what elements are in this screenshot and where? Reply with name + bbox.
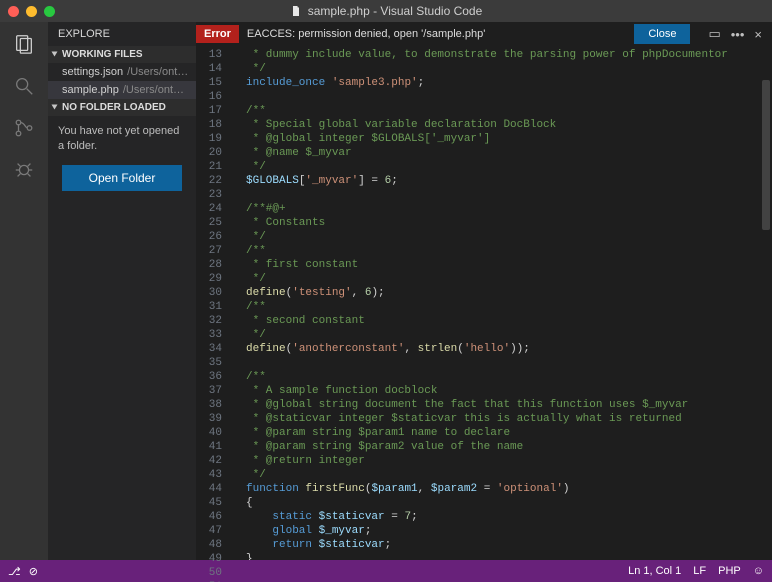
no-folder-header[interactable]: NO FOLDER LOADED (48, 99, 196, 116)
working-file-path: /Users/ontecnia/... (127, 66, 190, 78)
cursor-position[interactable]: Ln 1, Col 1 (628, 565, 681, 577)
close-window-icon[interactable] (8, 6, 19, 17)
explorer-sidebar: EXPLORE WORKING FILES settings.json /Use… (48, 22, 196, 560)
titlebar: sample.php - Visual Studio Code (0, 0, 772, 22)
more-actions-icon[interactable]: ••• (731, 27, 745, 42)
minimize-window-icon[interactable] (26, 6, 37, 17)
source-control-icon[interactable] (10, 114, 38, 142)
working-file-row[interactable]: sample.php /Users/ontecnia/... (48, 81, 196, 99)
editor-actions: ▭ ••• × (698, 22, 772, 46)
no-folder-message: You have not yet opened a folder. (48, 116, 196, 165)
sidebar-title: EXPLORE (48, 22, 196, 46)
line-number-gutter: 1314151617181920212223242526272829303132… (196, 46, 230, 560)
window-title-text: sample.php - Visual Studio Code (308, 4, 483, 18)
working-file-row[interactable]: settings.json /Users/ontecnia/... (48, 63, 196, 81)
working-files-header[interactable]: WORKING FILES (48, 46, 196, 63)
explorer-icon[interactable] (10, 30, 38, 58)
zoom-window-icon[interactable] (44, 6, 55, 17)
eol-indicator[interactable]: LF (693, 565, 706, 577)
feedback-icon[interactable]: ☺ (753, 565, 764, 577)
traffic-lights (8, 6, 55, 17)
git-branch-icon[interactable]: ⎇ (8, 565, 21, 578)
window-title: sample.php - Visual Studio Code (290, 4, 483, 18)
close-notification-button[interactable]: Close (634, 24, 690, 44)
editor-area: Error EACCES: permission denied, open '/… (196, 22, 772, 560)
open-folder-button[interactable]: Open Folder (62, 165, 182, 191)
close-editor-icon[interactable]: × (754, 27, 762, 42)
error-message: EACCES: permission denied, open '/sample… (247, 28, 634, 40)
errors-status-icon[interactable]: ⊘ (29, 565, 38, 578)
file-icon (290, 5, 302, 17)
activity-bar (0, 22, 48, 560)
status-bar: ⎇ ⊘ Ln 1, Col 1 LF PHP ☺ (0, 560, 772, 582)
language-mode[interactable]: PHP (718, 565, 741, 577)
working-file-name: sample.php (62, 84, 119, 96)
scrollbar-thumb[interactable] (762, 80, 770, 230)
search-icon[interactable] (10, 72, 38, 100)
error-badge: Error (196, 25, 239, 43)
debug-icon[interactable] (10, 156, 38, 184)
code-editor[interactable]: * dummy include value, to demonstrate th… (230, 46, 772, 560)
working-file-name: settings.json (62, 66, 123, 78)
split-editor-icon[interactable]: ▭ (708, 26, 720, 42)
working-file-path: /Users/ontecnia/... (123, 84, 190, 96)
notification-bar: Error EACCES: permission denied, open '/… (196, 22, 698, 46)
